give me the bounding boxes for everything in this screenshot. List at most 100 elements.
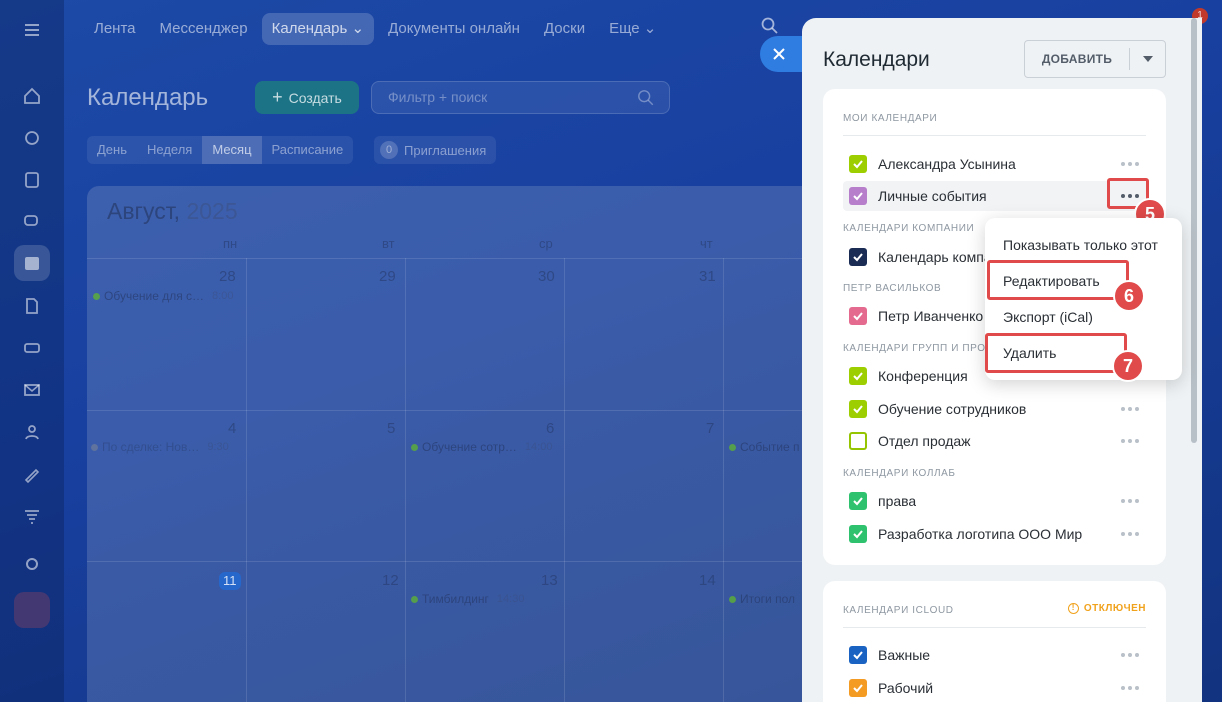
invitations-button[interactable]: 0 Приглашения: [374, 136, 497, 164]
crm-icon[interactable]: [14, 120, 50, 156]
nav-documents[interactable]: Документы онлайн: [378, 13, 530, 45]
nav-calendar[interactable]: Календарь ⌄: [261, 13, 375, 45]
employees-icon[interactable]: [14, 414, 50, 450]
settings-icon[interactable]: [14, 546, 50, 582]
nav-more[interactable]: Еще ⌄: [599, 13, 666, 45]
event-item[interactable]: Тимбилдинг 14:30: [411, 592, 524, 606]
event-title: Событие п: [740, 440, 800, 454]
event-title: Итоги пол: [740, 592, 795, 606]
calendar-row[interactable]: Рабочий: [843, 673, 1149, 702]
nav-boards[interactable]: Доски: [534, 13, 595, 45]
calendar-name: Конференция: [878, 368, 968, 384]
tab-week[interactable]: Неделя: [137, 136, 202, 164]
nav-calendar-label: Календарь: [271, 20, 348, 37]
checkbox-checked[interactable]: [849, 307, 867, 325]
checkbox-unchecked[interactable]: [849, 432, 867, 450]
invitations-label: Приглашения: [404, 142, 487, 158]
checkbox-checked[interactable]: [849, 187, 867, 205]
day-number[interactable]: 4: [228, 420, 236, 437]
mail-icon[interactable]: [14, 372, 50, 408]
checkbox-checked[interactable]: [849, 400, 867, 418]
home-icon[interactable]: [14, 78, 50, 114]
event-time: 9:30: [207, 441, 229, 453]
chevron-down-icon: ⌄: [643, 20, 657, 37]
filter-search-input[interactable]: Фильтр + поиск: [371, 81, 670, 114]
today-day-number[interactable]: 11: [219, 572, 241, 590]
search-icon[interactable]: [760, 16, 780, 36]
day-number[interactable]: 28: [219, 268, 236, 285]
event-dot: [729, 443, 736, 451]
event-time: 14:30: [496, 593, 525, 605]
day-number[interactable]: 29: [379, 268, 396, 285]
more-options-icon[interactable]: [1119, 526, 1141, 542]
calendar-row[interactable]: Отдел продаж: [843, 426, 1149, 456]
docs-icon[interactable]: [14, 288, 50, 324]
step-badge: 7: [1112, 350, 1144, 382]
more-options-icon[interactable]: [1119, 156, 1141, 172]
left-sidebar: [0, 0, 64, 702]
day-number[interactable]: 13: [541, 572, 558, 589]
menu-icon[interactable]: [14, 12, 50, 48]
day-number[interactable]: 31: [699, 268, 716, 285]
checkbox-checked[interactable]: [849, 248, 867, 266]
menu-item-export[interactable]: Экспорт (iCal): [1003, 309, 1093, 325]
checkbox-checked[interactable]: [849, 646, 867, 664]
day-number[interactable]: 6: [546, 420, 554, 437]
checkbox-checked[interactable]: [849, 367, 867, 385]
calendar-row[interactable]: Важные: [843, 640, 1149, 670]
nav-feed[interactable]: Лента: [84, 13, 146, 45]
marketing-icon[interactable]: [14, 498, 50, 534]
icloud-status[interactable]: ! ОТКЛЮЧЕН: [1067, 603, 1146, 614]
more-options-icon[interactable]: [1119, 401, 1141, 417]
nav-messenger[interactable]: Мессенджер: [150, 13, 258, 45]
boards-icon[interactable]: [14, 330, 50, 366]
event-time: 14:00: [524, 441, 553, 453]
add-calendar-button[interactable]: ДОБАВИТЬ: [1024, 40, 1166, 78]
create-button-label: Создать: [288, 89, 342, 106]
sign-icon[interactable]: [14, 456, 50, 492]
grid-line: [87, 561, 802, 562]
more-options-icon[interactable]: [1119, 493, 1141, 509]
close-panel-button[interactable]: [760, 36, 806, 72]
icloud-card: КАЛЕНДАРИ ICLOUD ! ОТКЛЮЧЕН Важные Рабоч…: [823, 581, 1166, 702]
menu-item-show-only[interactable]: Показывать только этот: [1003, 237, 1158, 253]
checkbox-checked[interactable]: [849, 525, 867, 543]
event-item[interactable]: Событие п: [729, 440, 800, 454]
panel-title: Календари: [823, 48, 930, 71]
weekday-label: ср: [539, 236, 553, 251]
calendar-row[interactable]: права: [843, 486, 1149, 516]
event-item[interactable]: Обучение для с… 8:00: [93, 289, 233, 303]
day-number[interactable]: 30: [538, 268, 555, 285]
calendar-row[interactable]: Личные события: [843, 181, 1149, 211]
event-item[interactable]: Обучение сотр… 14:00: [411, 440, 552, 454]
create-button[interactable]: + Создать: [255, 81, 359, 114]
apps-icon[interactable]: [14, 592, 50, 628]
calendar-icon[interactable]: [14, 245, 50, 281]
event-item[interactable]: Итоги пол: [729, 592, 795, 606]
nav-more-label: Еще: [609, 20, 640, 37]
day-number[interactable]: 5: [387, 420, 395, 437]
tab-day[interactable]: День: [87, 136, 137, 164]
day-number[interactable]: 7: [706, 420, 714, 437]
top-navigation: Лента Мессенджер Календарь ⌄ Документы о…: [84, 12, 666, 46]
day-number[interactable]: 14: [699, 572, 716, 589]
chat-icon[interactable]: [14, 204, 50, 240]
more-options-icon[interactable]: [1119, 433, 1141, 449]
checkbox-checked[interactable]: [849, 679, 867, 697]
scrollbar[interactable]: [1191, 18, 1197, 443]
calendar-row[interactable]: Александра Усынина: [843, 149, 1149, 179]
calendar-row[interactable]: Обучение сотрудников: [843, 394, 1149, 424]
day-number[interactable]: 12: [382, 572, 399, 589]
checkbox-checked[interactable]: [849, 155, 867, 173]
year: 2025: [186, 198, 238, 224]
tab-schedule[interactable]: Расписание: [262, 136, 354, 164]
checkbox-checked[interactable]: [849, 492, 867, 510]
add-button-label: ДОБАВИТЬ: [1041, 52, 1113, 66]
calendar-row[interactable]: Разработка логотипа ООО Мир: [843, 519, 1149, 549]
dropdown-caret-icon[interactable]: [1130, 56, 1165, 62]
tasks-icon[interactable]: [14, 162, 50, 198]
event-item[interactable]: По сделке: Нов… 9:30: [91, 440, 229, 454]
more-options-icon[interactable]: [1119, 680, 1141, 696]
more-options-icon[interactable]: [1119, 647, 1141, 663]
tab-month[interactable]: Месяц: [202, 136, 262, 164]
